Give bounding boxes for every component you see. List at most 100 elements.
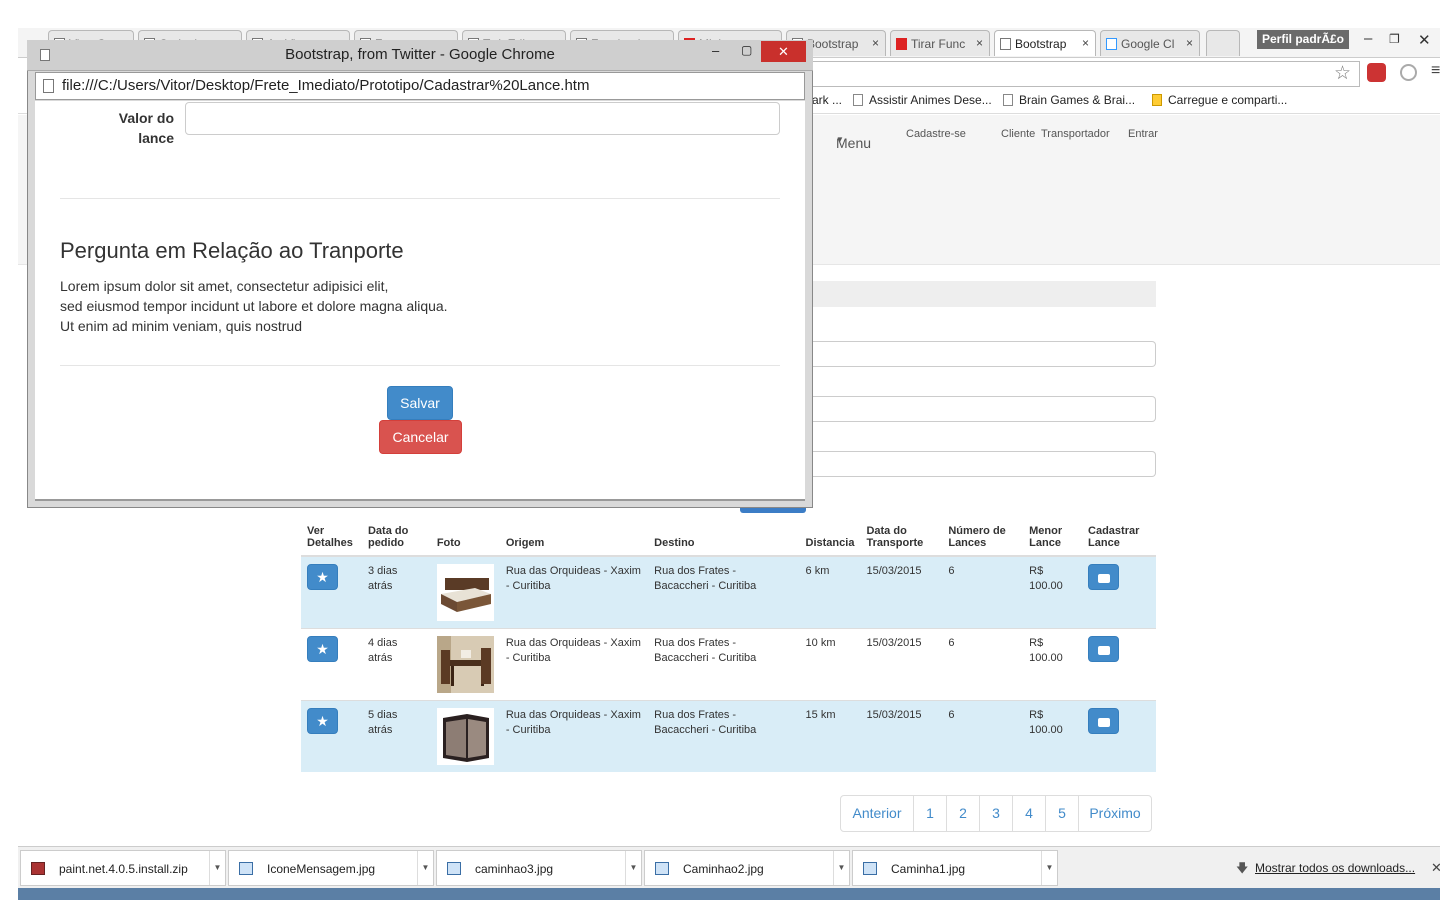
pagination-prev[interactable]: Anterior (840, 795, 914, 832)
close-downloads-icon[interactable]: ✕ (1431, 860, 1440, 876)
download-arrow-icon: 🡇 (1236, 861, 1249, 875)
page-icon (853, 94, 863, 106)
star-icon: ★ (316, 569, 329, 585)
chevron-down-icon[interactable]: ▼ (833, 851, 849, 885)
chevron-down-icon[interactable]: ▼ (209, 851, 225, 885)
view-details-button[interactable]: ★ (307, 564, 338, 590)
view-details-button[interactable]: ★ (307, 636, 338, 662)
cell-destination: Rua dos Frates - Bacaccheri - Curitiba (648, 628, 800, 701)
table-header-row: Ver Detalhes Data do pedido Foto Origem Dest… (301, 512, 1156, 557)
extension-record-icon[interactable] (1400, 64, 1417, 81)
form-input[interactable] (812, 396, 1156, 422)
add-bid-button[interactable] (1088, 708, 1120, 734)
freight-table: Ver Detalhes Data do pedido Foto Origem Dest… (301, 512, 1156, 772)
table-row: ★ 5 dias atrás Rua das Orquideas - Xaxim -… (301, 700, 1156, 772)
cell-details: ★ (301, 555, 362, 629)
add-bid-button[interactable] (1088, 564, 1120, 590)
bookmark-star-icon[interactable]: ☆ (1334, 62, 1351, 85)
browser-tab[interactable]: Tirar Func × (890, 30, 990, 56)
column-header: Número de Lances (942, 512, 1024, 557)
cell-photo (430, 628, 500, 701)
nav-link-entrar[interactable]: Entrar (1128, 128, 1158, 140)
question-heading: Pergunta em Relação ao Tranporte (60, 238, 404, 263)
popup-minimize-icon[interactable]: – (712, 43, 719, 58)
pagination-page[interactable]: 5 (1045, 795, 1079, 832)
cell-transport-date: 15/03/2015 (860, 555, 943, 629)
close-tab-icon[interactable]: × (1082, 36, 1089, 50)
close-tab-icon[interactable]: × (976, 36, 983, 50)
pagination-page[interactable]: 4 (1012, 795, 1046, 832)
download-item[interactable]: caminhao3.jpg ▼ (436, 850, 642, 886)
popup-close-icon[interactable]: ✕ (761, 41, 806, 62)
cell-lowest-bid: R$ 100.00 (1023, 628, 1083, 701)
address-bar[interactable] (810, 61, 1360, 87)
nav-link-cadastre[interactable]: Cadastre-se (906, 128, 966, 140)
popup-titlebar[interactable]: Bootstrap, from Twitter - Google Chrome (27, 40, 813, 71)
save-button[interactable]: Salvar (387, 386, 453, 420)
cell-details: ★ (301, 628, 362, 701)
image-file-icon (655, 862, 669, 875)
cell-origin: Rua das Orquideas - Xaxim - Curitiba (499, 555, 649, 629)
popup-url-bar[interactable]: file:///C:/Users/Vitor/Desktop/Frete_Ime… (35, 72, 805, 100)
extension-icon[interactable] (1367, 63, 1386, 82)
cell-add-bid (1082, 700, 1156, 772)
add-bid-button[interactable] (1088, 636, 1120, 662)
bookmark-item[interactable]: ark ... (812, 93, 842, 107)
valor-lance-input[interactable] (185, 102, 780, 135)
cell-distance: 10 km (799, 628, 861, 701)
cell-order-date: 3 dias atrás (361, 555, 431, 629)
bookmark-item[interactable]: Assistir Animes Dese... (853, 93, 992, 107)
cancel-button[interactable]: Cancelar (379, 420, 462, 454)
chevron-down-icon[interactable]: ▼ (1041, 851, 1057, 885)
cell-origin: Rua das Orquideas - Xaxim - Curitiba (499, 700, 649, 772)
browser-tab[interactable]: Bootstrap × (994, 30, 1096, 56)
pagination-page[interactable]: 3 (979, 795, 1013, 832)
view-details-button[interactable]: ★ (307, 708, 338, 734)
download-item[interactable]: Caminha1.jpg ▼ (852, 850, 1058, 886)
popup-maximize-icon[interactable]: ▢ (741, 43, 752, 57)
download-item[interactable]: IconeMensagem.jpg ▼ (228, 850, 434, 886)
form-input[interactable] (812, 451, 1156, 477)
profile-badge[interactable]: Perfil padrÃ£o (1257, 30, 1349, 49)
cell-add-bid (1082, 555, 1156, 629)
table-body: ★ 3 dias atrás Rua das Orquideas - Xaxim -… (301, 555, 1156, 772)
new-tab-button[interactable] (1206, 30, 1240, 56)
pagination-page[interactable]: 2 (946, 795, 980, 832)
youtube-icon (896, 38, 907, 50)
close-tab-icon[interactable]: × (1186, 36, 1193, 50)
windows-taskbar (18, 888, 1440, 900)
cell-photo (430, 700, 500, 772)
download-item[interactable]: Caminhao2.jpg ▼ (644, 850, 850, 886)
image-file-icon (447, 862, 461, 875)
page-icon (40, 49, 50, 61)
cell-order-date: 5 dias atrás (361, 700, 431, 772)
show-all-downloads-link[interactable]: Mostrar todos os downloads... (1255, 861, 1415, 875)
close-icon[interactable]: ✕ (1418, 31, 1431, 49)
form-input[interactable] (812, 341, 1156, 367)
chevron-down-icon[interactable]: ▼ (625, 851, 641, 885)
briefcase-icon (1097, 718, 1110, 727)
nav-link-transportador[interactable]: Transportador (1041, 128, 1110, 140)
chevron-down-icon[interactable]: ▼ (417, 851, 433, 885)
cell-origin: Rua das Orquideas - Xaxim - Curitiba (499, 628, 649, 701)
minimize-icon[interactable]: – (1364, 30, 1372, 47)
archive-icon (31, 862, 45, 875)
bookmark-item[interactable]: Brain Games & Brai... (1003, 93, 1135, 107)
star-icon: ★ (316, 713, 329, 729)
form-header-bar (812, 281, 1156, 307)
chrome-menu-icon[interactable]: ≡ (1431, 62, 1440, 80)
pagination: Anterior 1 2 3 4 5 Próximo (840, 795, 1152, 832)
pagination-next[interactable]: Próximo (1078, 795, 1152, 832)
restore-icon[interactable]: ❐ (1389, 32, 1400, 46)
briefcase-icon (1097, 574, 1110, 583)
column-header: Distancia (799, 512, 861, 557)
bookmark-item[interactable]: Carregue e comparti... (1152, 93, 1287, 107)
pagination-page[interactable]: 1 (913, 795, 947, 832)
close-tab-icon[interactable]: × (872, 36, 879, 50)
page-icon (1000, 38, 1011, 50)
divider (60, 198, 780, 199)
browser-tab[interactable]: Google Cl × (1100, 30, 1200, 56)
google-icon (1106, 38, 1117, 50)
download-item[interactable]: paint.net.4.0.5.install.zip ▼ (20, 850, 226, 886)
nav-link-cliente[interactable]: Cliente (1001, 128, 1035, 140)
